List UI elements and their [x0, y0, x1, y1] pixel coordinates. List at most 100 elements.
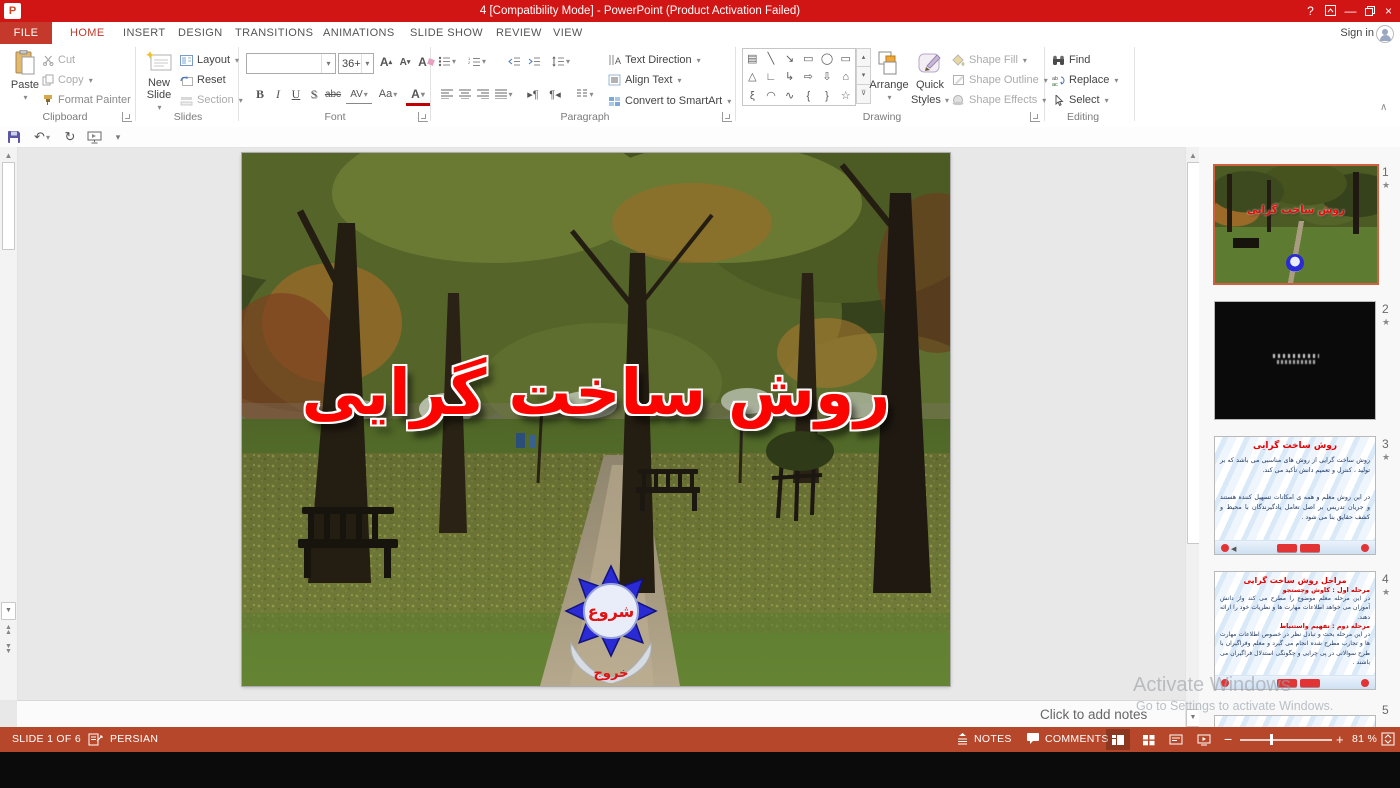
- language-indicator[interactable]: PERSIAN: [110, 727, 158, 752]
- zoom-slider-track[interactable]: [1240, 739, 1332, 741]
- arrow-line-shape-icon[interactable]: ↘: [780, 49, 799, 68]
- tab-animations[interactable]: ANIMATIONS: [310, 22, 408, 44]
- badge-start-label[interactable]: شروع: [588, 602, 635, 621]
- nav-home-icon[interactable]: [1361, 679, 1369, 687]
- comments-toggle[interactable]: COMMENTS: [1045, 727, 1109, 752]
- restore-icon[interactable]: [1360, 0, 1379, 22]
- nav-next-icon[interactable]: [1300, 679, 1320, 687]
- copy-button[interactable]: Copy ▾: [42, 71, 93, 89]
- triangle-shape-icon[interactable]: △: [743, 68, 762, 87]
- slide-sorter-view-button[interactable]: [1136, 729, 1160, 750]
- cut-button[interactable]: Cut: [42, 51, 75, 69]
- reset-button[interactable]: Reset: [180, 71, 226, 89]
- nav-back-icon[interactable]: [1277, 679, 1297, 687]
- zoom-slider-thumb[interactable]: [1270, 734, 1273, 745]
- scrollbar-thumb[interactable]: [2, 162, 15, 250]
- arrange-button[interactable]: Arrange ▾: [868, 48, 910, 110]
- format-painter-button[interactable]: Format Painter: [42, 91, 131, 109]
- text-box-shape-icon[interactable]: ▤: [743, 49, 762, 68]
- start-exit-badge[interactable]: شروع خروج: [564, 553, 660, 683]
- redo-button[interactable]: ↻: [60, 128, 80, 146]
- tab-view[interactable]: VIEW: [540, 22, 596, 44]
- bold-button[interactable]: B: [251, 85, 269, 103]
- save-button[interactable]: [4, 128, 24, 146]
- section-button[interactable]: Section ▾: [180, 91, 243, 109]
- thumbnails-scroll-down-icon[interactable]: ▼: [1186, 709, 1200, 727]
- start-slideshow-button[interactable]: [84, 128, 104, 146]
- sound-icon[interactable]: [1221, 679, 1229, 687]
- sign-in-link[interactable]: Sign in: [1340, 22, 1374, 44]
- star-shape-icon[interactable]: ☆: [836, 86, 855, 105]
- customize-quick-access-icon[interactable]: ▾: [108, 128, 128, 146]
- increase-font-size-button[interactable]: A ▴: [377, 53, 395, 71]
- quick-styles-button[interactable]: Quick Styles ▾: [910, 48, 950, 110]
- thumbnails-scroll-up-icon[interactable]: ▲: [1186, 151, 1200, 160]
- tab-file[interactable]: FILE: [0, 22, 52, 44]
- font-color-button[interactable]: A ▾: [406, 85, 430, 106]
- convert-to-smartart-button[interactable]: Convert to SmartArt ▾: [608, 92, 731, 110]
- font-dialog-launcher-icon[interactable]: [418, 112, 428, 122]
- thumbnail-slide-3[interactable]: روش ساخت گرایی روش ساخت گرایی از روش های…: [1214, 436, 1376, 555]
- ribbon-display-options-icon[interactable]: [1321, 0, 1340, 22]
- font-size-combobox[interactable]: 36+ ▾: [338, 53, 374, 74]
- slide-show-view-button[interactable]: [1192, 729, 1216, 750]
- tab-home[interactable]: HOME: [57, 22, 118, 44]
- paste-button[interactable]: Paste ▾: [6, 48, 44, 110]
- zoom-in-button[interactable]: +: [1336, 727, 1344, 752]
- nav-back-icon[interactable]: [1277, 544, 1297, 552]
- line-shape-icon[interactable]: ╲: [762, 49, 781, 68]
- change-case-button[interactable]: Aa ▾: [376, 85, 400, 103]
- home-plate-shape-icon[interactable]: ⌂: [836, 68, 855, 87]
- clear-formatting-button[interactable]: A: [417, 53, 435, 71]
- previous-slide-icon[interactable]: ▲ ▲: [0, 624, 17, 636]
- paragraph-dialog-launcher-icon[interactable]: [722, 112, 732, 122]
- nav-home-icon[interactable]: [1361, 544, 1369, 552]
- clipboard-dialog-launcher-icon[interactable]: [122, 112, 132, 122]
- align-text-button[interactable]: Align Text ▾: [608, 71, 682, 89]
- paste-dropdown[interactable]: ▾: [23, 93, 27, 102]
- undo-button[interactable]: ↶ ▾: [28, 128, 56, 146]
- elbow-shape-icon[interactable]: ∟: [762, 68, 781, 87]
- numbering-button[interactable]: 1 2 ▾: [468, 52, 486, 70]
- elbow-arrow-shape-icon[interactable]: ↳: [780, 68, 799, 87]
- underline-button[interactable]: U: [287, 85, 305, 103]
- replace-button[interactable]: ab ac Replace ▾: [1052, 71, 1118, 89]
- rounded-rectangle-shape-icon[interactable]: ▭: [836, 49, 855, 68]
- right-to-left-direction-button[interactable]: ¶◂: [546, 85, 564, 103]
- decrease-font-size-button[interactable]: A ▾: [396, 53, 414, 71]
- shape-outline-button[interactable]: Shape Outline ▾: [952, 71, 1048, 89]
- new-slide-button[interactable]: New Slide ▾: [140, 48, 178, 112]
- reading-view-button[interactable]: [1164, 729, 1188, 750]
- layout-button[interactable]: Layout ▾: [180, 51, 239, 69]
- spell-check-icon[interactable]: [88, 732, 103, 746]
- align-right-button[interactable]: [474, 85, 492, 103]
- editor-vertical-scrollbar[interactable]: ▲ ▼ ▲ ▲ ▼ ▼: [0, 147, 18, 700]
- zoom-level[interactable]: 81 %: [1352, 727, 1377, 752]
- find-button[interactable]: Find: [1052, 51, 1090, 69]
- columns-button[interactable]: ▾: [576, 85, 594, 103]
- badge-exit-label[interactable]: خروج: [594, 666, 629, 681]
- arrange-dropdown[interactable]: ▾: [887, 93, 891, 102]
- shapes-gallery[interactable]: ▤ ╲ ↘ ▭ ◯ ▭ △ ∟ ↳ ⇨ ⇩ ⌂ ξ ◠ ∿{} ☆: [742, 48, 856, 106]
- increase-indent-button[interactable]: [525, 52, 543, 70]
- decrease-indent-button[interactable]: [505, 52, 523, 70]
- bullets-button[interactable]: ▾: [438, 52, 456, 70]
- align-center-button[interactable]: [456, 85, 474, 103]
- select-button[interactable]: Select ▾: [1052, 91, 1109, 109]
- drawing-dialog-launcher-icon[interactable]: [1030, 112, 1040, 122]
- left-brace-shape-icon[interactable]: {: [799, 86, 818, 105]
- notes-placeholder[interactable]: Click to add notes: [1040, 707, 1147, 722]
- sound-icon[interactable]: [1221, 544, 1229, 552]
- scribble-shape-icon[interactable]: ξ: [743, 86, 762, 105]
- character-spacing-button[interactable]: AV ▾: [346, 85, 372, 104]
- notes-pane[interactable]: Click to add notes: [17, 700, 1185, 728]
- next-slide-icon[interactable]: ▼ ▼: [0, 643, 17, 655]
- thumbnail-slide-2[interactable]: [1214, 301, 1376, 420]
- slide-title-text[interactable]: روش ساخت گرایی: [242, 356, 950, 429]
- tab-slide-show[interactable]: SLIDE SHOW: [397, 22, 496, 44]
- arc-shape-icon[interactable]: ◠: [762, 86, 781, 105]
- shape-fill-button[interactable]: Shape Fill ▾: [952, 51, 1027, 69]
- rectangle-shape-icon[interactable]: ▭: [799, 49, 818, 68]
- minimize-icon[interactable]: —: [1341, 0, 1360, 22]
- curve-shape-icon[interactable]: ∿: [780, 86, 799, 105]
